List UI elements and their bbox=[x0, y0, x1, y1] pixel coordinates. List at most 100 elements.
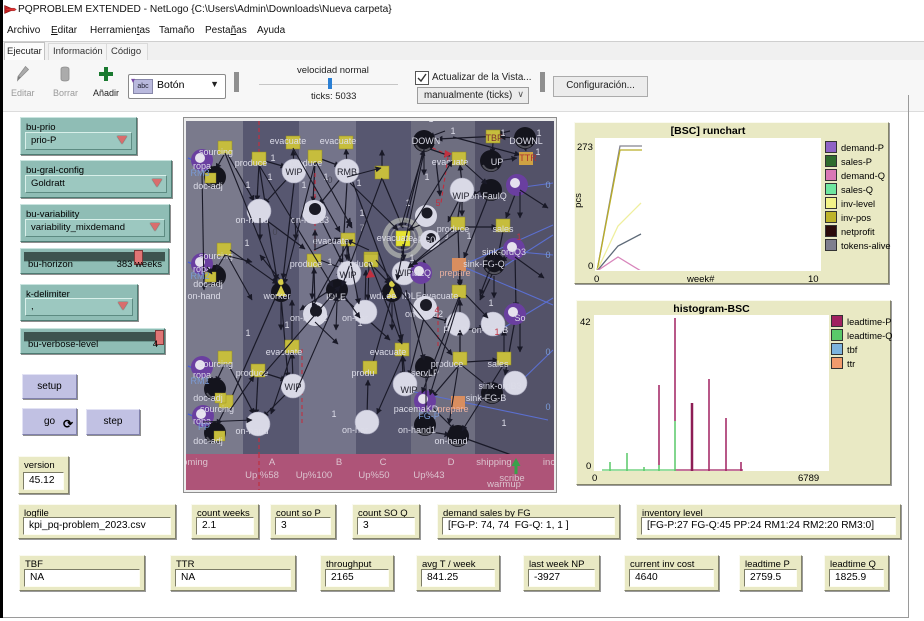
svg-text:1: 1 bbox=[536, 128, 541, 138]
svg-text:C: C bbox=[380, 457, 387, 468]
svg-text:1: 1 bbox=[494, 327, 499, 337]
svg-text:inc: inc bbox=[543, 457, 554, 468]
svg-text:doc-adj: doc-adj bbox=[193, 181, 223, 191]
svg-text:0: 0 bbox=[545, 250, 550, 260]
svg-text:produce: produce bbox=[290, 158, 323, 168]
svg-text:worker: worker bbox=[262, 291, 290, 301]
svg-text:WIP: WIP bbox=[396, 268, 413, 278]
svg-text:on-hand3: on-hand3 bbox=[291, 215, 329, 225]
svg-text:1: 1 bbox=[244, 238, 249, 248]
svg-text:sales: sales bbox=[492, 224, 514, 234]
svg-text:evacuate: evacuate bbox=[313, 236, 350, 246]
svg-text:prepare: prepare bbox=[437, 404, 468, 414]
svg-text:WIP: WIP bbox=[285, 382, 302, 392]
svg-text:UP: UP bbox=[491, 157, 504, 167]
svg-text:So: So bbox=[514, 313, 525, 323]
svg-text:1: 1 bbox=[535, 147, 540, 157]
svg-text:sourcing: sourcing bbox=[199, 147, 233, 157]
svg-text:RM1: RM1 bbox=[190, 376, 209, 386]
svg-text:1: 1 bbox=[270, 153, 275, 163]
svg-text:evacuate: evacuate bbox=[370, 347, 407, 357]
svg-text:produ: produ bbox=[351, 368, 374, 378]
svg-text:1: 1 bbox=[424, 172, 429, 182]
svg-text:1: 1 bbox=[301, 180, 306, 190]
svg-text:Up%43: Up%43 bbox=[413, 470, 444, 481]
svg-text:D: D bbox=[448, 457, 455, 468]
svg-text:Up%100: Up%100 bbox=[296, 470, 332, 481]
svg-text:warmup: warmup bbox=[486, 479, 521, 490]
svg-text:on-FaulB: on-FaulB bbox=[472, 325, 509, 335]
svg-text:evacuate: evacuate bbox=[270, 136, 307, 146]
svg-text:0: 0 bbox=[272, 227, 277, 237]
svg-text:1: 1 bbox=[245, 328, 250, 338]
svg-text:doc-adj: doc-adj bbox=[193, 393, 223, 403]
svg-text:produce: produce bbox=[290, 259, 323, 269]
svg-text:doc-adj: doc-adj bbox=[193, 436, 223, 446]
svg-text:RMB: RMB bbox=[337, 167, 357, 177]
svg-text:Up%50: Up%50 bbox=[358, 470, 389, 481]
svg-text:A: A bbox=[269, 457, 276, 468]
svg-text:0: 0 bbox=[545, 347, 550, 357]
svg-text:eFG0: eFG0 bbox=[413, 235, 436, 245]
svg-text:FGLP: FGLP bbox=[443, 325, 467, 335]
svg-text:7: 7 bbox=[359, 223, 364, 233]
svg-text:WIP: WIP bbox=[453, 191, 470, 201]
svg-text:sink-ordQ3: sink-ordQ3 bbox=[482, 247, 526, 257]
svg-text:1: 1 bbox=[284, 320, 289, 330]
svg-text:1: 1 bbox=[359, 208, 364, 218]
svg-text:DOWN: DOWN bbox=[412, 136, 441, 146]
svg-text:doc-adj: doc-adj bbox=[193, 279, 223, 289]
svg-text:WIP: WIP bbox=[401, 385, 418, 395]
svg-text:5: 5 bbox=[435, 198, 440, 208]
svg-text:on-har: on-har bbox=[342, 313, 368, 323]
svg-text:1: 1 bbox=[516, 232, 521, 242]
svg-text:shipping: shipping bbox=[476, 457, 511, 468]
svg-text:1: 1 bbox=[500, 128, 505, 138]
svg-text:1: 1 bbox=[488, 298, 493, 308]
svg-text:0: 0 bbox=[545, 180, 550, 190]
svg-text:WIP: WIP bbox=[340, 270, 357, 280]
svg-text:on-FaulQ: on-FaulQ bbox=[469, 191, 507, 201]
svg-text:sink-ordB3: sink-ordB3 bbox=[478, 381, 521, 391]
svg-text:sink-FG-B: sink-FG-B bbox=[466, 393, 507, 403]
svg-text:1: 1 bbox=[428, 121, 433, 124]
svg-text:RM3: RM3 bbox=[190, 168, 209, 178]
svg-text:produce: produce bbox=[341, 259, 374, 269]
svg-text:evacuate: evacuate bbox=[432, 157, 469, 167]
svg-text:PP: PP bbox=[198, 422, 210, 432]
svg-text:wdLee: wdLee bbox=[369, 291, 397, 301]
svg-text:1: 1 bbox=[357, 318, 362, 328]
svg-text:sales: sales bbox=[487, 359, 509, 369]
svg-text:servLP: servLP bbox=[411, 368, 439, 378]
svg-text:FG-P: FG-P bbox=[418, 411, 440, 421]
svg-text:1: 1 bbox=[245, 180, 250, 190]
svg-text:on-hand: on-hand bbox=[187, 291, 220, 301]
svg-text:evacuate: evacuate bbox=[320, 136, 357, 146]
svg-text:prepare: prepare bbox=[439, 268, 470, 278]
svg-text:0: 0 bbox=[545, 402, 550, 412]
svg-text:on-har: on-har bbox=[342, 425, 368, 435]
svg-text:evacuate: evacuate bbox=[266, 347, 303, 357]
svg-text:produce: produce bbox=[236, 368, 269, 378]
svg-text:1: 1 bbox=[267, 172, 272, 182]
svg-text:1: 1 bbox=[327, 257, 332, 267]
svg-text:on-hand1: on-hand1 bbox=[398, 425, 436, 435]
svg-text:oming: oming bbox=[186, 457, 208, 468]
svg-text:1: 1 bbox=[501, 418, 506, 428]
svg-text:sourcing: sourcing bbox=[199, 359, 233, 369]
svg-text:B: B bbox=[336, 457, 342, 468]
svg-text:1: 1 bbox=[450, 126, 455, 136]
svg-text:1: 1 bbox=[356, 178, 361, 188]
svg-text:produce: produce bbox=[235, 158, 268, 168]
svg-text:on-hand: on-hand bbox=[235, 215, 268, 225]
svg-text:WIP: WIP bbox=[286, 167, 303, 177]
svg-text:Up %58: Up %58 bbox=[245, 470, 279, 481]
svg-text:4: 4 bbox=[434, 305, 439, 315]
svg-text:on-hand: on-hand bbox=[235, 426, 268, 436]
svg-text:1: 1 bbox=[466, 231, 471, 241]
svg-text:1: 1 bbox=[331, 409, 336, 419]
svg-text:produce: produce bbox=[431, 359, 464, 369]
svg-text:1: 1 bbox=[409, 253, 414, 263]
svg-text:sourcing: sourcing bbox=[200, 404, 234, 414]
svg-text:IDLEevacuate: IDLEevacuate bbox=[402, 291, 459, 301]
